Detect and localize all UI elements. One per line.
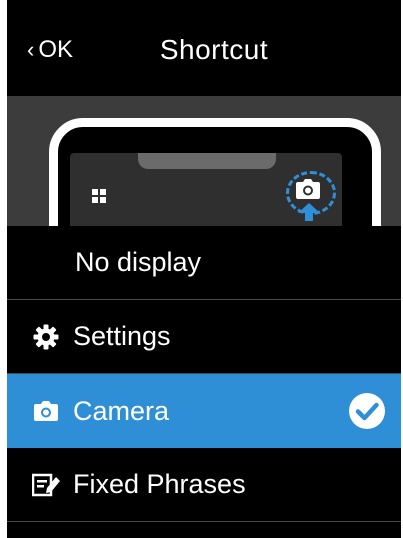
check-circle-icon xyxy=(349,393,385,436)
option-camera[interactable]: Camera xyxy=(7,374,401,448)
apps-grid-icon xyxy=(92,189,106,208)
camera-icon xyxy=(29,401,63,421)
page-title: Shortcut xyxy=(159,34,269,65)
camera-icon xyxy=(296,179,320,204)
shortcut-screen: ‹ OK Shortcut No display Settings Camera… xyxy=(7,0,401,538)
option-no-display[interactable]: No display xyxy=(7,226,401,300)
arrow-up-icon xyxy=(298,203,320,226)
header: ‹ OK Shortcut xyxy=(7,0,401,96)
option-label: Camera xyxy=(73,395,170,426)
option-fixed-phrases[interactable]: Fixed Phrases xyxy=(7,448,401,522)
edit-note-icon xyxy=(29,473,63,497)
shortcut-options-list: No display Settings Camera Fixed Phrases xyxy=(7,226,401,538)
option-settings[interactable]: Settings xyxy=(7,300,401,374)
option-label: No display xyxy=(75,247,202,277)
option-label: Fixed Phrases xyxy=(73,469,246,499)
gear-icon xyxy=(29,324,63,350)
phone-notch xyxy=(138,153,276,169)
shortcut-preview xyxy=(7,96,401,296)
option-label: Settings xyxy=(73,321,171,351)
